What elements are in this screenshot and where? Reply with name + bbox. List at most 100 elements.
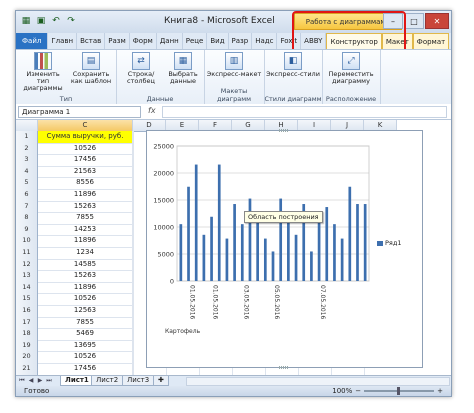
save-as-template-button[interactable]: ▤ Сохранить как шаблон [68,52,114,85]
ribbon-group-data: ⇄ Строка/столбец ▦ Выбрать данные Данные [116,50,205,104]
tab-5[interactable]: Данн [157,33,183,49]
bar-12 [271,251,275,281]
y-tick-label: 20000 [153,170,174,178]
bar-19 [325,207,329,281]
row-column-icon: ⇄ [132,52,150,70]
sheet-tab-2[interactable]: Лист2 [91,376,124,386]
ribbon-group-label: Расположение [325,95,377,103]
grid-line [133,131,134,375]
sheet-tab-bar: ⏮ ◀ ▶ ⏭ Лист1 Лист2 Лист3 ✚ [16,375,451,386]
select-data-button[interactable]: ▦ Выбрать данные [164,52,202,85]
tab-7[interactable]: Вид [207,33,229,49]
bar-23 [356,204,359,281]
tab-10[interactable]: Foxit [277,33,302,49]
ribbon-group-label: Макеты диаграмм [216,87,252,103]
last-sheet-icon[interactable]: ⏭ [45,377,53,385]
window-title: Книга8 - Microsoft Excel [164,16,275,26]
ribbon-group-layouts: ▥ Экспресс-макет Макеты диаграмм [204,50,265,104]
ribbon-group-styles: ◧ Экспресс-стили Стили диаграмм [264,50,323,104]
quick-access-toolbar: ▦ ▣ ↶ ↷ [20,15,77,27]
zoom-slider[interactable] [364,387,435,395]
sheet-tab-3[interactable]: Лист3 [122,376,155,386]
window-controls: – □ ✕ [383,13,449,29]
quick-layout-button[interactable]: ▥ Экспресс-макет [206,52,262,78]
status-bar: Готово 100% − + [16,386,451,396]
bar-10 [256,216,259,281]
bar-14 [287,216,290,281]
excel-window: ▦ ▣ ↶ ↷ Книга8 - Microsoft Excel Работа … [15,10,452,397]
redo-icon[interactable]: ↷ [65,15,77,27]
row-header-21[interactable]: 21 [16,363,38,375]
tab-6[interactable]: Реце [183,33,208,49]
save-icon[interactable]: ▣ [35,15,47,27]
tab-14[interactable]: Формат [412,33,450,50]
switch-row-column-button[interactable]: ⇄ Строка/столбец [118,52,164,85]
ribbon-group-label: Данные [146,95,174,103]
x-tick-label: 01.05.2016 [189,285,196,320]
worksheet-grid: C D E F G H I J K 1 Сумма выручки, руб. 2 10526 3 1745… [16,120,451,375]
undo-icon[interactable]: ↶ [50,15,62,27]
tab-13[interactable]: Макет [381,33,413,50]
sheet-tab-1[interactable]: Лист1 [60,376,94,386]
zoom-in-icon[interactable]: + [437,386,443,396]
cell-c21[interactable]: 17456 [38,363,133,375]
minimize-button[interactable]: – [383,13,403,29]
name-box[interactable]: Диаграмма 1 [18,106,141,118]
change-chart-type-button[interactable]: Изменить тип диаграммы [20,52,66,92]
bar-1 [187,186,190,281]
tab-0[interactable]: Файл [16,33,49,49]
bar-6 [225,238,229,281]
tab-8[interactable]: Разр [229,33,253,49]
excel-icon[interactable]: ▦ [20,15,32,27]
zoom-level[interactable]: 100% [332,386,352,396]
y-tick-label: 10000 [153,224,174,232]
bar-18 [317,216,321,281]
y-tick-label: 0 [170,278,174,286]
bar-24 [363,204,367,281]
tab-9[interactable]: Надс [252,33,278,49]
tab-11[interactable]: ABBY [301,33,327,49]
formula-bar: Диаграмма 1 fx [16,104,451,120]
close-button[interactable]: ✕ [425,13,449,29]
legend-swatch [377,240,383,246]
bar-7 [233,204,236,281]
tab-1[interactable]: Главн [48,33,78,49]
bar-5 [217,164,221,281]
tab-3[interactable]: Разм [105,33,130,49]
bar-0 [179,224,183,281]
move-chart-button[interactable]: ⤢ Переместить диаграмму [324,52,378,85]
tab-4[interactable]: Форм [130,33,157,49]
chart-legend[interactable]: Ряд1 [377,239,401,247]
bar-17 [310,251,313,281]
chart-area[interactable]: 0 5000 10000 15000 20000 25000 Картофель 01.05.… [146,129,423,369]
ribbon-group-location: ⤢ Переместить диаграмму Расположение [322,50,381,104]
insert-sheet-icon[interactable]: ✚ [153,376,169,386]
formula-input[interactable] [162,106,447,118]
fx-icon[interactable]: fx [148,106,156,115]
x-tick-label: 01.05.2016 [212,285,219,320]
move-chart-icon: ⤢ [342,52,360,70]
quick-styles-button[interactable]: ◧ Экспресс-стили [266,52,320,78]
title-bar: ▦ ▣ ↶ ↷ Книга8 - Microsoft Excel Работа … [16,11,451,33]
x-tick-label: 03.05.2016 [242,285,249,320]
next-sheet-icon[interactable]: ▶ [36,377,44,385]
tab-2[interactable]: Встав [77,33,106,49]
chart-type-icon [34,52,52,70]
y-tick-label: 15000 [153,197,174,205]
bar-8 [240,224,244,281]
ribbon: Изменить тип диаграммы ▤ Сохранить как ш… [16,49,451,105]
zoom-out-icon[interactable]: − [355,386,361,396]
ribbon-tabs: Файл Главн Встав Разм Форм Данн Реце Вид Разр Над… [16,33,451,50]
horizontal-scrollbar[interactable] [186,377,450,386]
x-tick-label: Картофель [165,328,201,335]
ribbon-group-label: Стили диаграмм [264,95,322,103]
y-tick-label: 25000 [153,143,174,151]
select-data-icon: ▦ [174,52,192,70]
first-sheet-icon[interactable]: ⏮ [18,377,26,385]
tab-12[interactable]: Конструктор [326,33,382,50]
prev-sheet-icon[interactable]: ◀ [27,377,35,385]
zoom-slider-thumb[interactable] [397,387,401,395]
status-text: Готово [24,387,50,395]
bar-11 [263,238,267,281]
maximize-button[interactable]: □ [404,13,424,29]
